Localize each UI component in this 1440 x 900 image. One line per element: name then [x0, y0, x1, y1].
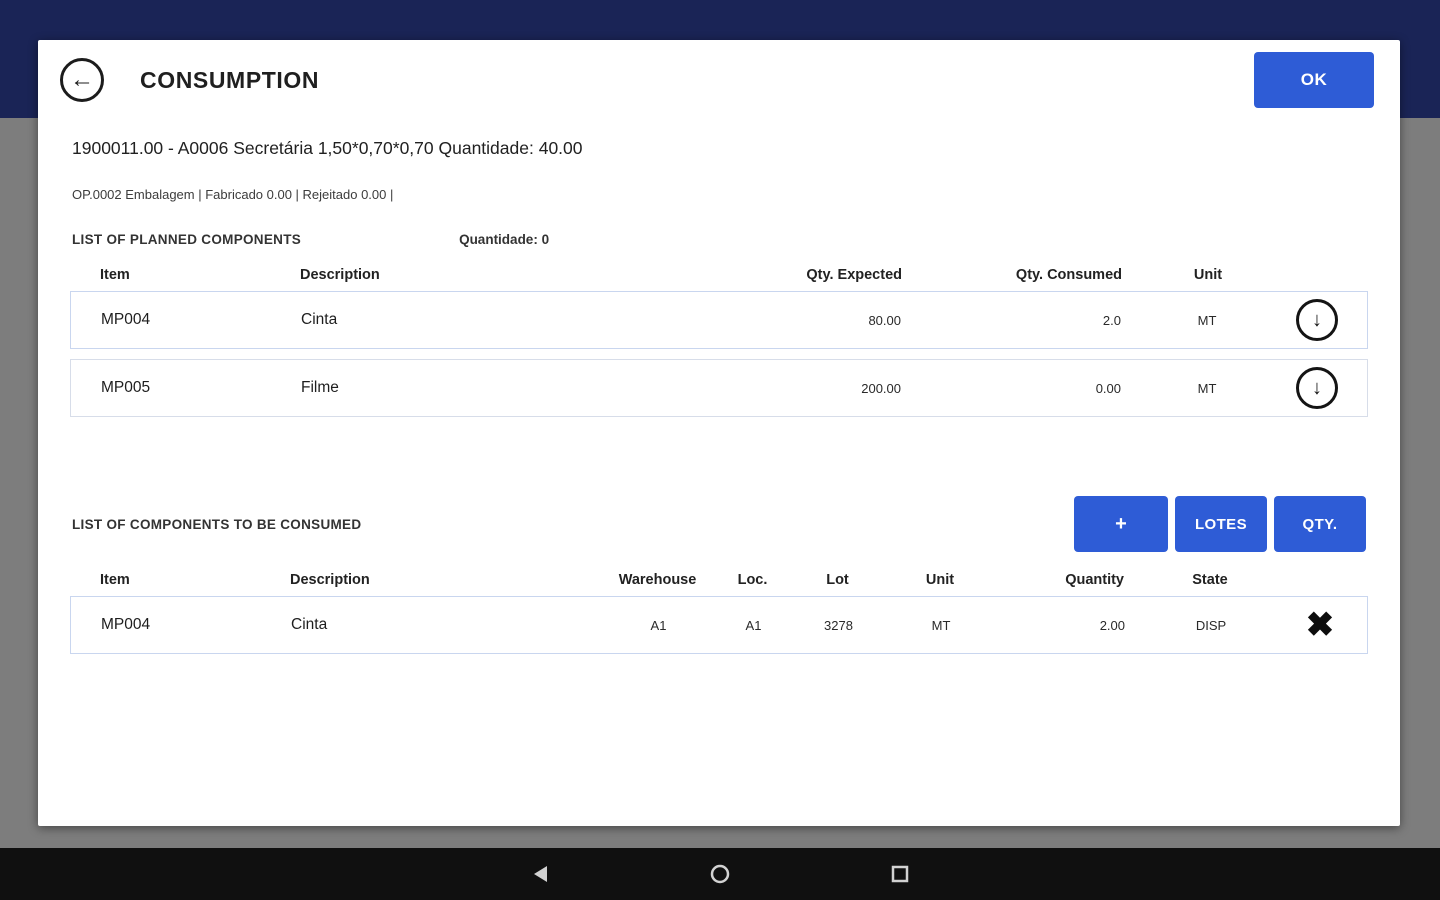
warehouse-cell: A1 — [650, 617, 667, 633]
qty-expected-cell: 80.00 — [868, 312, 901, 328]
column-header-description: Description — [290, 572, 370, 588]
nav-recents-icon[interactable] — [886, 860, 914, 888]
column-header-description: Description — [300, 267, 380, 283]
nav-home-icon[interactable] — [706, 860, 734, 888]
qty-expected-cell: 200.00 — [861, 380, 901, 396]
consume-table-header: Item Description Warehouse Loc. Lot Unit… — [70, 564, 1368, 596]
column-header-quantity: Quantity — [1065, 572, 1124, 588]
remove-row-button[interactable]: ✖ — [1306, 608, 1335, 642]
ok-button[interactable]: OK — [1254, 52, 1374, 108]
column-header-lot: Lot — [826, 572, 849, 588]
column-header-warehouse: Warehouse — [618, 572, 697, 588]
description-cell: Filme — [301, 379, 339, 396]
android-navigation-bar — [0, 848, 1440, 900]
lotes-button[interactable]: LOTES — [1175, 496, 1267, 552]
column-header-unit: Unit — [1193, 267, 1223, 283]
unit-cell: MT — [931, 617, 951, 633]
planned-section-header: LIST OF PLANNED COMPONENTS Quantidade: 0 — [72, 232, 1366, 247]
download-arrow-icon: ↓ — [1312, 308, 1322, 331]
consume-section-title: LIST OF COMPONENTS TO BE CONSUMED — [72, 516, 362, 532]
quantity-cell: 2.00 — [1099, 617, 1125, 633]
state-cell: DISP — [1195, 617, 1227, 633]
lot-cell: 3278 — [824, 617, 853, 633]
consumption-dialog: ← CONSUMPTION OK 1900011.00 - A0006 Secr… — [38, 40, 1400, 826]
dialog-header: ← CONSUMPTION OK — [38, 40, 1400, 120]
consume-table: Item Description Warehouse Loc. Lot Unit… — [70, 564, 1368, 654]
planned-section-title: LIST OF PLANNED COMPONENTS — [72, 232, 302, 247]
column-header-unit: Unit — [925, 572, 955, 588]
add-component-button[interactable]: + — [1074, 496, 1168, 552]
item-cell: MP004 — [101, 616, 151, 633]
column-header-state: State — [1192, 572, 1228, 588]
unit-cell: MT — [1197, 312, 1217, 328]
column-header-qty-expected: Qty. Expected — [806, 267, 902, 283]
back-button[interactable]: ← — [60, 58, 104, 102]
loc-cell: A1 — [745, 617, 762, 633]
operation-summary: OP.0002 Embalagem | Fabricado 0.00 | Rej… — [72, 187, 394, 202]
planned-row[interactable]: MP004 Cinta 80.00 2.0 MT ↓ — [70, 291, 1368, 349]
consume-actions: + LOTES QTY. — [1074, 496, 1366, 552]
unit-cell: MT — [1197, 380, 1217, 396]
description-cell: Cinta — [291, 616, 328, 633]
download-arrow-icon: ↓ — [1312, 376, 1322, 399]
order-summary: 1900011.00 - A0006 Secretária 1,50*0,70*… — [72, 138, 583, 158]
consume-component-button[interactable]: ↓ — [1296, 367, 1338, 409]
item-cell: MP004 — [101, 311, 151, 328]
qty-consumed-cell: 2.0 — [1102, 312, 1121, 328]
column-header-loc: Loc. — [737, 572, 768, 588]
quantidade-label: Quantidade: 0 — [459, 232, 550, 247]
column-header-item: Item — [100, 572, 130, 588]
page-title: CONSUMPTION — [140, 66, 320, 93]
column-header-qty-consumed: Qty. Consumed — [1015, 267, 1122, 283]
description-cell: Cinta — [301, 311, 338, 328]
qty-button[interactable]: QTY. — [1274, 496, 1366, 552]
consume-component-button[interactable]: ↓ — [1296, 299, 1338, 341]
close-icon: ✖ — [1305, 606, 1335, 644]
planned-table: Item Description Qty. Expected Qty. Cons… — [70, 259, 1368, 417]
back-arrow-icon: ← — [70, 66, 94, 93]
consume-section-header: LIST OF COMPONENTS TO BE CONSUMED + LOTE… — [72, 496, 1366, 552]
planned-row[interactable]: MP005 Filme 200.00 0.00 MT ↓ — [70, 359, 1368, 417]
planned-table-header: Item Description Qty. Expected Qty. Cons… — [70, 259, 1368, 291]
qty-consumed-cell: 0.00 — [1095, 380, 1121, 396]
nav-back-icon[interactable] — [526, 860, 554, 888]
consume-row[interactable]: MP004 Cinta A1 A1 3278 MT 2.00 DISP ✖ — [70, 596, 1368, 654]
item-cell: MP005 — [101, 379, 151, 396]
column-header-item: Item — [100, 267, 130, 283]
